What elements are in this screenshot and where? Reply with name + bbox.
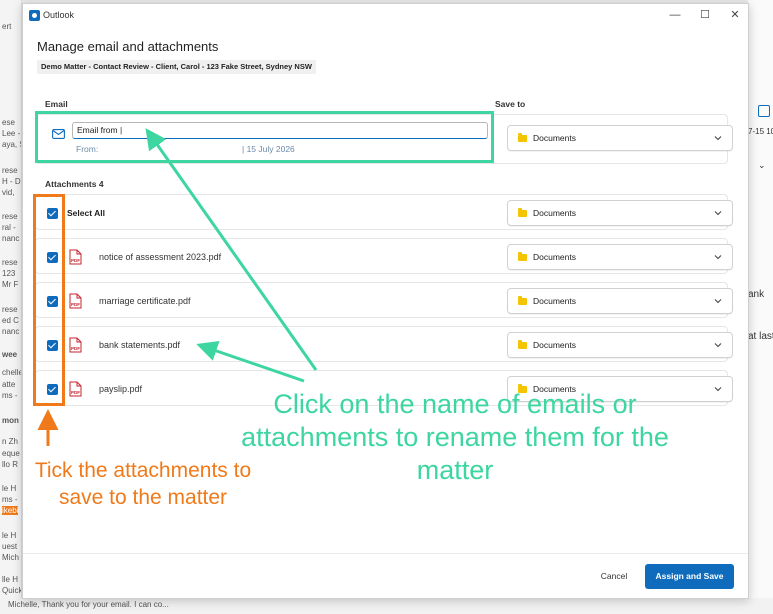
folder-icon	[518, 252, 527, 261]
attachment-save-to-dropdown[interactable]: Documents	[507, 244, 733, 270]
pdf-badge: PDF	[71, 390, 80, 395]
outlook-logo-icon	[29, 10, 40, 21]
bg-fragment: atte	[2, 380, 16, 389]
footer-divider	[23, 553, 748, 554]
bg-fragment: Quick	[2, 586, 22, 595]
checkbox-highlight-box	[33, 194, 65, 406]
bg-fragment: ral -	[2, 223, 16, 232]
bg-fragment: H - D	[2, 177, 21, 186]
attachment-name[interactable]: bank statements.pdf	[99, 340, 180, 350]
bg-fragment: Lee -	[2, 129, 21, 138]
bg-fragment: le H	[2, 531, 17, 540]
bg-fragment: uest	[2, 542, 18, 551]
rename-hint-annotation: Click on the name of emails or attachmen…	[241, 389, 669, 485]
background-reading-pane: 7-15 10 ⌄ ank at last	[748, 0, 773, 614]
bg-fragment: rese	[2, 258, 18, 267]
pdf-file-icon: PDF	[69, 381, 82, 397]
bg-fragment: nanc	[2, 327, 20, 336]
pdf-file-icon: PDF	[69, 337, 82, 353]
bg-fragment: nanc	[2, 234, 20, 243]
dropdown-value: Documents	[533, 208, 576, 218]
minimize-button[interactable]: —	[665, 6, 685, 24]
pdf-file-icon: PDF	[69, 249, 82, 265]
dropdown-value: Documents	[533, 252, 576, 262]
bg-fragment: chelle	[2, 368, 22, 377]
cancel-button[interactable]: Cancel	[591, 565, 637, 588]
window-title: Outlook	[43, 10, 75, 20]
chevron-down-icon[interactable]: ⌄	[758, 160, 766, 171]
bg-fragment: 123	[2, 269, 16, 278]
chevron-down-icon	[714, 299, 722, 304]
bg-fragment: ese	[2, 118, 15, 127]
folder-icon	[518, 208, 527, 217]
email-section-label: Email	[45, 99, 68, 109]
assign-and-save-button[interactable]: Assign and Save	[645, 564, 734, 589]
bg-fragment: rese	[2, 212, 18, 221]
pdf-badge: PDF	[71, 346, 80, 351]
bg-fragment: Mich	[2, 553, 19, 562]
bg-fragment: ank	[748, 289, 765, 300]
background-preview-bar: Michelle, Thank you for your email. I ca…	[0, 598, 773, 614]
bg-fragment: wee	[2, 350, 18, 359]
title-bar: Outlook — ☐ ✕	[23, 4, 748, 26]
tick-hint-annotation: Tick the attachments to save to the matt…	[34, 459, 252, 509]
folder-icon	[518, 296, 527, 305]
folder-icon	[518, 340, 527, 349]
bg-fragment: ms -	[2, 391, 18, 400]
matter-chip: Demo Matter - Contact Review - Client, C…	[37, 60, 316, 74]
select-all-row: Select All Documents	[35, 194, 733, 230]
select-all-save-to-dropdown[interactable]: Documents	[507, 200, 733, 226]
folder-icon	[518, 133, 527, 142]
attachment-save-to-dropdown[interactable]: Documents	[507, 332, 733, 358]
bg-fragment: mon	[2, 416, 19, 425]
attachments-label: Attachments 4	[45, 179, 104, 189]
save-to-label: Save to	[495, 99, 526, 109]
bg-preview-text: Michelle, Thank you for your email. I ca…	[8, 600, 169, 609]
pdf-file-icon: PDF	[69, 293, 82, 309]
pdf-badge: PDF	[71, 258, 80, 263]
attachment-name[interactable]: notice of assessment 2023.pdf	[99, 252, 221, 262]
select-all-label: Select All	[67, 208, 105, 218]
attachment-row: PDF notice of assessment 2023.pdf Docume…	[35, 238, 733, 274]
dropdown-value: Documents	[533, 340, 576, 350]
dropdown-value: Documents	[533, 296, 576, 306]
attachment-name[interactable]: marriage certificate.pdf	[99, 296, 191, 306]
pdf-badge: PDF	[71, 302, 80, 307]
close-button[interactable]: ✕	[725, 6, 745, 24]
chevron-down-icon	[714, 343, 722, 348]
chevron-down-icon	[714, 136, 722, 141]
attachment-row: PDF bank statements.pdf Documents	[35, 326, 733, 362]
chevron-down-icon	[714, 387, 722, 392]
bg-fragment: 7-15 10	[748, 127, 773, 136]
bg-fragment: rese	[2, 305, 18, 314]
email-highlight-box	[35, 111, 494, 163]
chevron-down-icon	[714, 255, 722, 260]
attachment-save-to-dropdown[interactable]: Documents	[507, 288, 733, 314]
dropdown-value: Documents	[533, 133, 576, 143]
bg-fragment: at last	[748, 331, 773, 342]
calendar-icon[interactable]	[758, 105, 770, 117]
bg-fragment: Mr F	[2, 280, 19, 289]
background-message-list: ert ese Lee - aya, S rese H - D vid, res…	[0, 0, 22, 614]
bg-fragment: aya, S	[2, 140, 21, 149]
bg-fragment: vid,	[2, 188, 15, 197]
maximize-button[interactable]: ☐	[695, 6, 715, 24]
chevron-down-icon	[714, 211, 722, 216]
bg-fragment: lle H	[2, 575, 19, 584]
bg-fragment: ert	[2, 22, 12, 31]
bg-fragment: n Zh	[2, 437, 19, 446]
attachment-row: PDF marriage certificate.pdf Documents	[35, 282, 733, 318]
attachment-name[interactable]: payslip.pdf	[99, 384, 142, 394]
bg-fragment: ed C	[2, 316, 19, 325]
bg-fragment: rese	[2, 166, 18, 175]
email-save-to-dropdown[interactable]: Documents	[507, 125, 733, 151]
dialog-title: Manage email and attachments	[37, 39, 219, 54]
